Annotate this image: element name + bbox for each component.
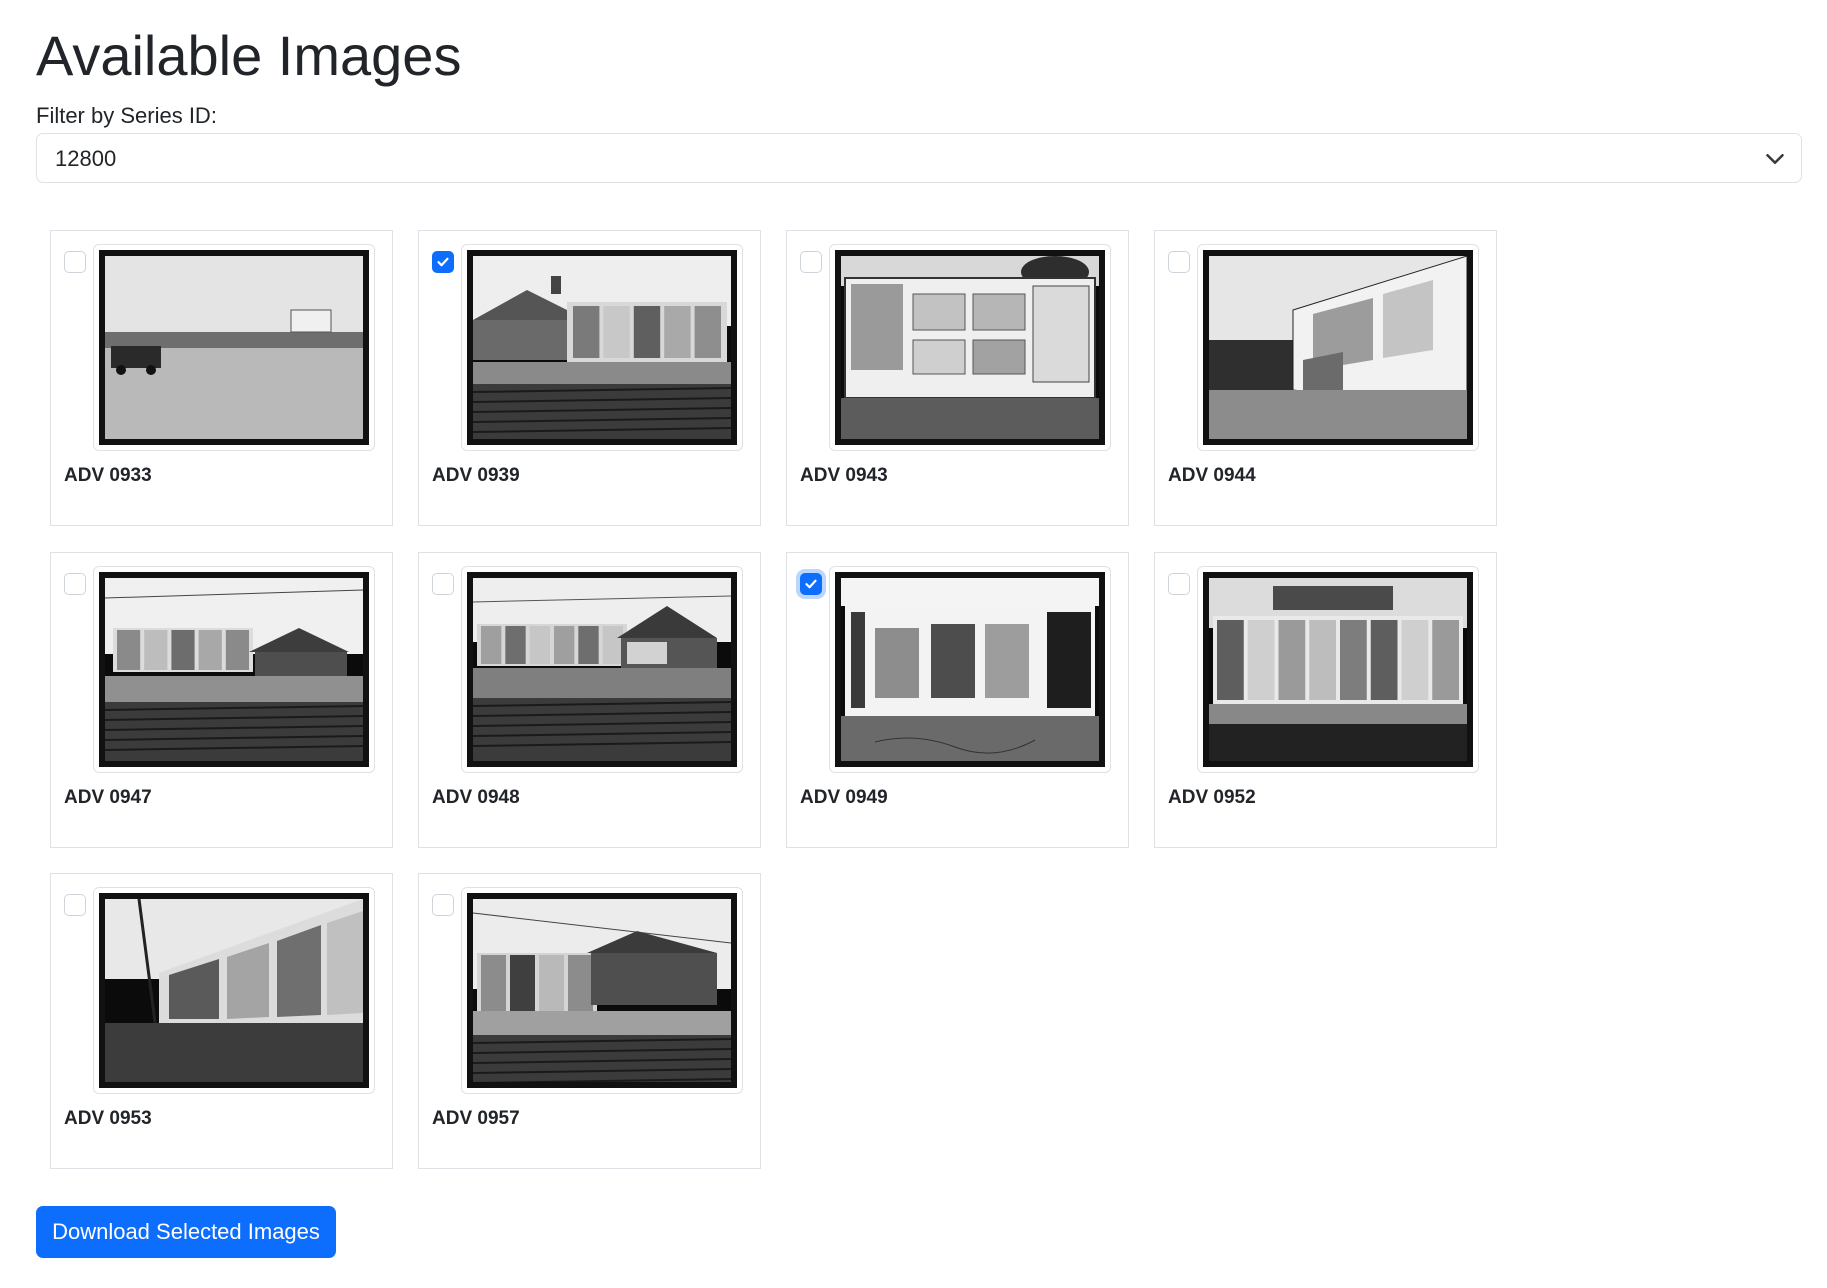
photo-image [467, 250, 737, 445]
image-thumbnail[interactable] [1197, 566, 1479, 773]
photo-image [99, 893, 369, 1088]
photo-image [99, 250, 369, 445]
chevron-down-icon [1766, 154, 1784, 164]
filter-label: Filter by Series ID: [36, 103, 217, 128]
image-caption: ADV 0957 [432, 1108, 520, 1129]
image-thumbnail[interactable] [1197, 244, 1479, 451]
image-card: ADV 0933 [50, 230, 393, 526]
image-card: ADV 0943 [786, 230, 1129, 526]
image-select-checkbox[interactable] [432, 251, 454, 273]
image-caption: ADV 0939 [432, 465, 520, 486]
image-select-checkbox[interactable] [1168, 251, 1190, 273]
image-caption: ADV 0948 [432, 787, 520, 808]
image-select-checkbox[interactable] [432, 573, 454, 595]
photo-image [467, 893, 737, 1088]
image-thumbnail[interactable] [829, 244, 1111, 451]
image-card: ADV 0949 [786, 552, 1129, 848]
photo-image [467, 572, 737, 767]
image-thumbnail[interactable] [93, 244, 375, 451]
image-select-checkbox[interactable] [64, 251, 86, 273]
image-thumbnail[interactable] [461, 887, 743, 1094]
photo-image [99, 572, 369, 767]
check-icon [437, 257, 449, 267]
image-card: ADV 0944 [1154, 230, 1497, 526]
image-card: ADV 0953 [50, 873, 393, 1169]
image-caption: ADV 0953 [64, 1108, 152, 1129]
series-id-selected-value: 12800 [55, 146, 117, 171]
image-card: ADV 0939 [418, 230, 761, 526]
image-caption: ADV 0949 [800, 787, 888, 808]
photo-image [835, 250, 1105, 445]
photo-image [1203, 250, 1473, 445]
image-select-checkbox[interactable] [64, 894, 86, 916]
page-title: Available Images [36, 24, 462, 87]
series-id-select[interactable]: 12800 [36, 133, 1802, 183]
photo-image [1203, 572, 1473, 767]
image-card: ADV 0957 [418, 873, 761, 1169]
image-card: ADV 0948 [418, 552, 761, 848]
image-thumbnail[interactable] [829, 566, 1111, 773]
photo-image [835, 572, 1105, 767]
image-thumbnail[interactable] [461, 566, 743, 773]
image-caption: ADV 0944 [1168, 465, 1256, 486]
image-caption: ADV 0933 [64, 465, 152, 486]
image-select-checkbox[interactable] [432, 894, 454, 916]
image-select-checkbox[interactable] [1168, 573, 1190, 595]
image-thumbnail[interactable] [93, 566, 375, 773]
image-caption: ADV 0943 [800, 465, 888, 486]
image-thumbnail[interactable] [461, 244, 743, 451]
image-caption: ADV 0952 [1168, 787, 1256, 808]
image-card: ADV 0947 [50, 552, 393, 848]
image-thumbnail[interactable] [93, 887, 375, 1094]
image-select-checkbox[interactable] [64, 573, 86, 595]
image-caption: ADV 0947 [64, 787, 152, 808]
image-select-checkbox[interactable] [800, 573, 822, 595]
image-card: ADV 0952 [1154, 552, 1497, 848]
page: Available Images Filter by Series ID: 12… [0, 0, 1827, 1288]
image-select-checkbox[interactable] [800, 251, 822, 273]
check-icon [805, 579, 817, 589]
download-selected-button[interactable]: Download Selected Images [36, 1206, 336, 1258]
